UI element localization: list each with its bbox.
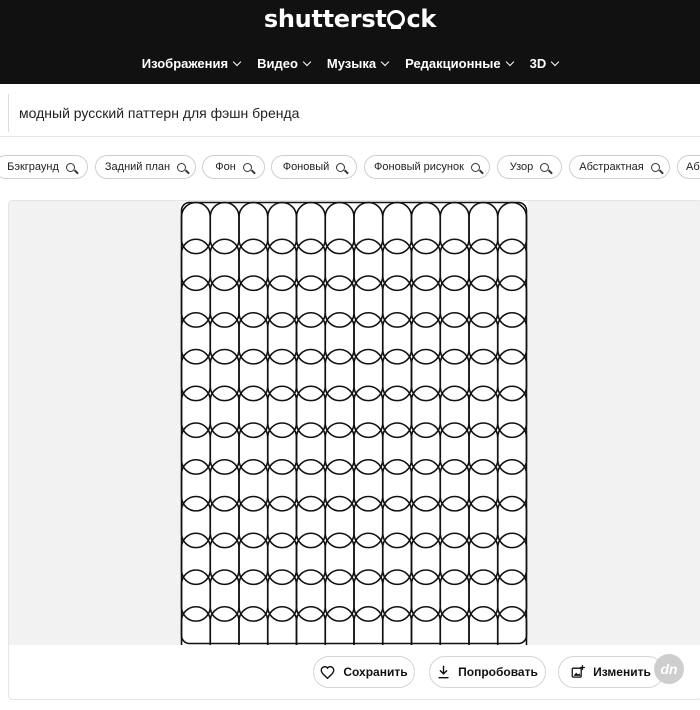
chip-label: Аб: [686, 161, 700, 173]
chip-fonovy-risunok[interactable]: Фоновый рисунок: [364, 155, 490, 179]
logo-text-start: shutterst: [263, 5, 387, 33]
try-label: Попробовать: [458, 665, 538, 679]
logo-text-end: ck: [406, 5, 437, 33]
image-preview-card: Сохранить Попробовать Изменить: [8, 200, 700, 700]
chip-abstract[interactable]: Абстрактная: [569, 155, 670, 179]
nav-editorial[interactable]: Редакционные: [405, 56, 514, 71]
nav-images-label: Изображения: [141, 56, 229, 71]
edit-button[interactable]: Изменить: [558, 656, 664, 688]
nav-images[interactable]: Изображения: [141, 56, 242, 71]
site-header: shutterst ck Изображения Видео Музыка Ред…: [0, 0, 700, 84]
chip-abstract-2[interactable]: Аб: [677, 155, 700, 179]
nav-video-label: Видео: [257, 56, 298, 71]
chevron-down-icon: [302, 57, 312, 67]
chip-label: Фон: [215, 161, 236, 173]
chip-backdrop[interactable]: Задний план: [95, 155, 196, 179]
logo-o-icon: [387, 10, 406, 29]
edit-label: Изменить: [593, 665, 651, 679]
chip-label: Фоновый рисунок: [374, 161, 464, 173]
main-nav: Изображения Видео Музыка Редакционные 3D: [0, 56, 700, 71]
chevron-down-icon: [380, 57, 390, 67]
chevron-down-icon: [551, 57, 560, 67]
chip-label: Абстрактная: [579, 161, 644, 173]
search-box: [8, 94, 700, 132]
chip-uzor[interactable]: Узор: [497, 155, 562, 179]
search-icon: [65, 162, 75, 172]
try-button[interactable]: Попробовать: [429, 656, 546, 688]
image-stage: [9, 201, 700, 645]
search-icon: [177, 162, 187, 172]
nav-3d-label: 3D: [529, 56, 547, 71]
chip-label: Бэкграунд: [7, 161, 59, 173]
corner-badge: dn: [654, 654, 684, 684]
search-input[interactable]: [9, 104, 681, 122]
search-icon: [242, 162, 252, 172]
pattern-image[interactable]: [180, 201, 528, 645]
nav-music-label: Музыка: [326, 56, 377, 71]
nav-video[interactable]: Видео: [257, 56, 312, 71]
save-button[interactable]: Сохранить: [313, 656, 415, 688]
search-icon: [336, 162, 346, 172]
search-bar: [0, 84, 700, 137]
nav-music[interactable]: Музыка: [326, 56, 390, 71]
chip-fon[interactable]: Фон: [202, 155, 265, 179]
chevron-down-icon: [232, 57, 242, 67]
chevron-down-icon: [505, 57, 514, 67]
chip-label: Узор: [509, 161, 534, 173]
chip-label: Фоновый: [282, 161, 330, 173]
save-label: Сохранить: [343, 665, 408, 679]
download-icon: [438, 665, 449, 679]
heart-icon: [320, 665, 335, 679]
search-icon: [650, 162, 660, 172]
chip-label: Задний план: [104, 161, 171, 173]
shutterstock-logo[interactable]: shutterst ck: [0, 5, 700, 33]
related-keywords: Бэкграунд Задний план Фон Фоновый Фоновы…: [0, 137, 700, 201]
chip-fonovy[interactable]: Фоновый: [271, 155, 357, 179]
image-actions: Сохранить Попробовать Изменить: [9, 645, 700, 699]
search-icon: [470, 162, 480, 172]
nav-editorial-label: Редакционные: [405, 56, 501, 71]
edit-image-icon: [571, 665, 586, 678]
search-icon: [540, 162, 550, 172]
nav-3d[interactable]: 3D: [529, 56, 560, 71]
chip-background[interactable]: Бэкграунд: [0, 155, 88, 179]
